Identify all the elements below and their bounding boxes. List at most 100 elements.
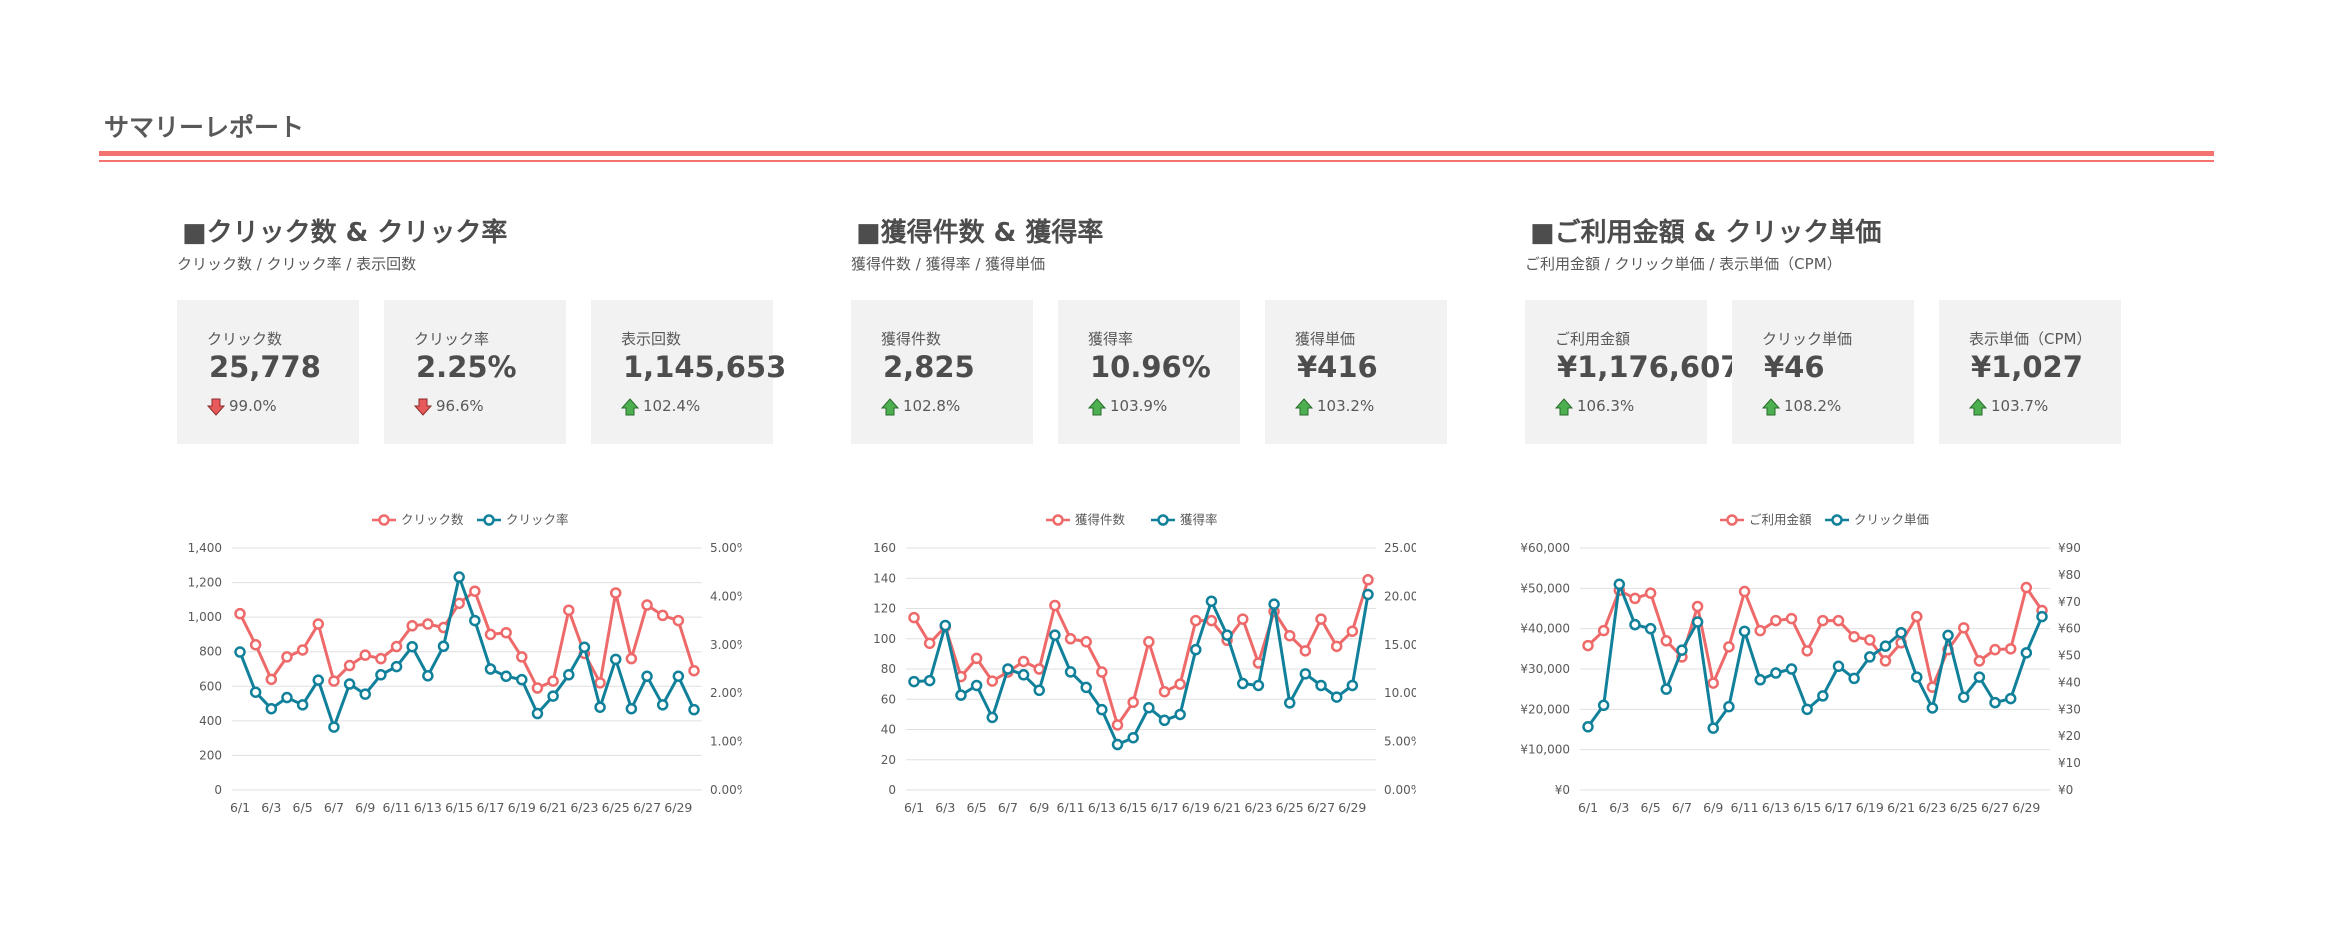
y-right-tick-label: ¥70 [2058,595,2081,609]
legend-marker [483,514,495,526]
data-point [2004,643,2017,655]
y-left-tick-label: 100 [873,632,896,646]
x-tick-label: 6/3 [261,800,281,815]
kpi-value: 2.25% [416,350,517,384]
data-point [1895,626,1907,639]
x-tick-label: 6/25 [1950,800,1978,815]
y-right-tick-label: ¥30 [2058,702,2081,716]
legend-label: クリック単価 [1854,512,1929,527]
data-point [1143,636,1155,648]
data-point [531,682,544,694]
kpi-card-clicks: クリック数 25,778 99.0% [177,300,359,444]
y-left-tick-label: 160 [873,541,896,555]
data-point [296,699,309,711]
data-point [1582,721,1594,733]
data-point [1754,624,1766,637]
kpi-change: 102.8% [903,397,961,415]
data-point [406,640,418,653]
y-left-tick-label: 140 [873,571,896,585]
data-point [1785,663,1798,675]
data-point [1174,708,1186,721]
kpi-label: クリック単価 [1762,330,1853,348]
trend-up-icon [1295,398,1313,416]
x-tick-label: 6/23 [570,800,598,815]
data-point [1785,612,1798,625]
legend-marker [1052,514,1064,526]
data-point [469,614,481,627]
series-line [1586,586,2044,689]
data-point [453,597,465,610]
y-left-tick-label: 200 [199,748,222,762]
chart-spend-cpc: ¥0 ¥10,000 ¥20,000 ¥30,000 ¥40,000 ¥50,000 ¥60… [1520,512,2081,815]
y-right-tick-label: ¥10 [2058,756,2081,770]
kpi-label: クリック数 [207,330,283,348]
kpi-label: 表示単価（CPM） [1969,330,2092,348]
data-point [469,585,481,597]
kpi-label: 獲得単価 [1295,330,1356,348]
x-tick-label: 6/5 [1641,800,1661,815]
data-point [547,690,559,702]
data-point [1738,625,1751,638]
data-point [1911,610,1923,623]
kpi-label: クリック率 [414,330,490,348]
y-right-tick-label: ¥90 [2058,541,2081,555]
data-point [986,675,999,687]
x-tick-label: 6/7 [1672,800,1692,815]
y-right-tick-label: 5.00% [1384,735,1416,749]
kpi-change: 103.7% [1991,397,2049,415]
data-point [1957,691,1970,703]
data-point [1613,578,1626,591]
y-right-tick-label: 5.00% [710,541,742,555]
x-tick-label: 6/3 [935,800,955,815]
kpi-card-cpa: 獲得単価 ¥416 103.2% [1265,300,1447,444]
data-point [1346,679,1359,692]
y-left-tick-label: 600 [199,679,222,693]
x-tick-label: 6/5 [293,800,313,815]
data-point [1049,629,1061,641]
y-left-tick-label: 60 [881,692,896,706]
data-point [484,663,497,675]
data-point [1707,677,1719,689]
legend-label: クリック率 [506,512,569,527]
x-tick-label: 6/9 [355,800,375,815]
data-point [1691,600,1704,613]
x-tick-label: 6/27 [633,800,661,815]
y-right-tick-label: 0.00% [710,783,742,797]
x-tick-label: 6/23 [1918,800,1946,815]
kpi-value: ¥1,027 [1971,350,2083,384]
data-point [970,679,983,692]
data-point [1158,714,1171,727]
data-point [1832,660,1845,673]
data-point [265,673,278,686]
x-tick-label: 6/21 [1213,800,1241,815]
y-right-tick-label: ¥40 [2058,675,2081,689]
title-divider [99,151,2214,156]
data-point [1879,640,1892,652]
data-point [1926,702,1939,714]
data-point [437,640,450,653]
section-title: ■クリック数 & クリック率 [182,218,508,248]
x-tick-label: 6/5 [967,800,987,815]
x-tick-label: 6/17 [476,800,504,815]
data-point [609,587,622,599]
y-left-tick-label: ¥50,000 [1520,581,1570,595]
data-point [594,701,606,713]
y-right-tick-label: 10.00% [1384,686,1416,700]
data-point [375,652,387,665]
data-point [516,651,528,663]
data-point [1158,685,1171,698]
data-point [1629,592,1641,605]
data-point [656,609,669,622]
data-point [1033,663,1045,675]
kpi-change: 102.4% [643,397,701,415]
section-clicks: ■クリック数 & クリック率 クリック数 / クリック率 / 表示回数 クリック… [102,210,786,830]
data-point [1111,738,1124,751]
data-point [1723,700,1735,713]
kpi-value: 1,145,653 [623,350,787,384]
data-point [688,664,700,677]
trend-down-icon [207,398,225,416]
data-point [955,689,967,701]
y-left-tick-label: ¥60,000 [1520,541,1570,555]
data-point [1848,672,1860,685]
data-point [1002,663,1014,675]
